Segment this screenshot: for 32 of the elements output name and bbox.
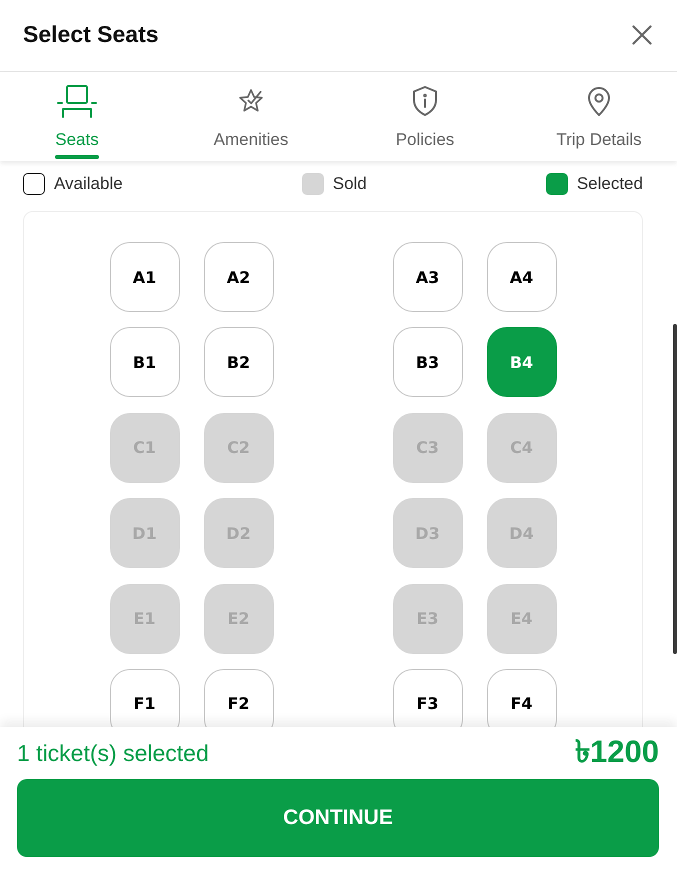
seat-button[interactable]: B1 [110, 327, 180, 398]
legend-label: Sold [332, 174, 367, 194]
location-pin-icon [585, 84, 613, 118]
tab[interactable]: Amenities [164, 72, 338, 161]
legend-label: Selected [576, 174, 643, 194]
legend-swatch-icon [546, 173, 568, 195]
seat-button[interactable]: A2 [204, 242, 274, 312]
seat-button[interactable]: B3 [392, 327, 462, 398]
seat-button[interactable]: A3 [392, 242, 462, 312]
total-price: ৳1200 [575, 733, 659, 771]
close-button[interactable] [632, 24, 652, 44]
legend-swatch-icon [302, 173, 324, 195]
seat-button[interactable]: B2 [204, 327, 274, 398]
close-icon [632, 24, 652, 44]
seat-button[interactable]: A1 [110, 242, 180, 312]
dialog-title: Select Seats [23, 21, 159, 48]
selection-summary: 1 ticket(s) selected [17, 740, 209, 766]
seat-button[interactable]: B4 [486, 327, 556, 398]
legend-swatch-icon [23, 173, 45, 195]
seat-button[interactable]: A4 [486, 242, 556, 312]
seat-button[interactable]: F2 [204, 668, 274, 727]
scrollbar-thumb[interactable] [673, 324, 677, 654]
tab[interactable]: Policies [338, 72, 512, 161]
legend-label: Available [54, 174, 123, 194]
tab[interactable]: Seats [0, 72, 164, 161]
tab[interactable]: Trip Details [512, 72, 677, 161]
shield-info-icon [411, 84, 439, 118]
seat-button[interactable]: F4 [486, 668, 556, 727]
seat-button[interactable]: F1 [110, 668, 180, 727]
continue-button[interactable]: CONTINUE [17, 779, 659, 857]
seat-icon [57, 84, 97, 118]
seat-button[interactable]: F3 [392, 668, 462, 727]
